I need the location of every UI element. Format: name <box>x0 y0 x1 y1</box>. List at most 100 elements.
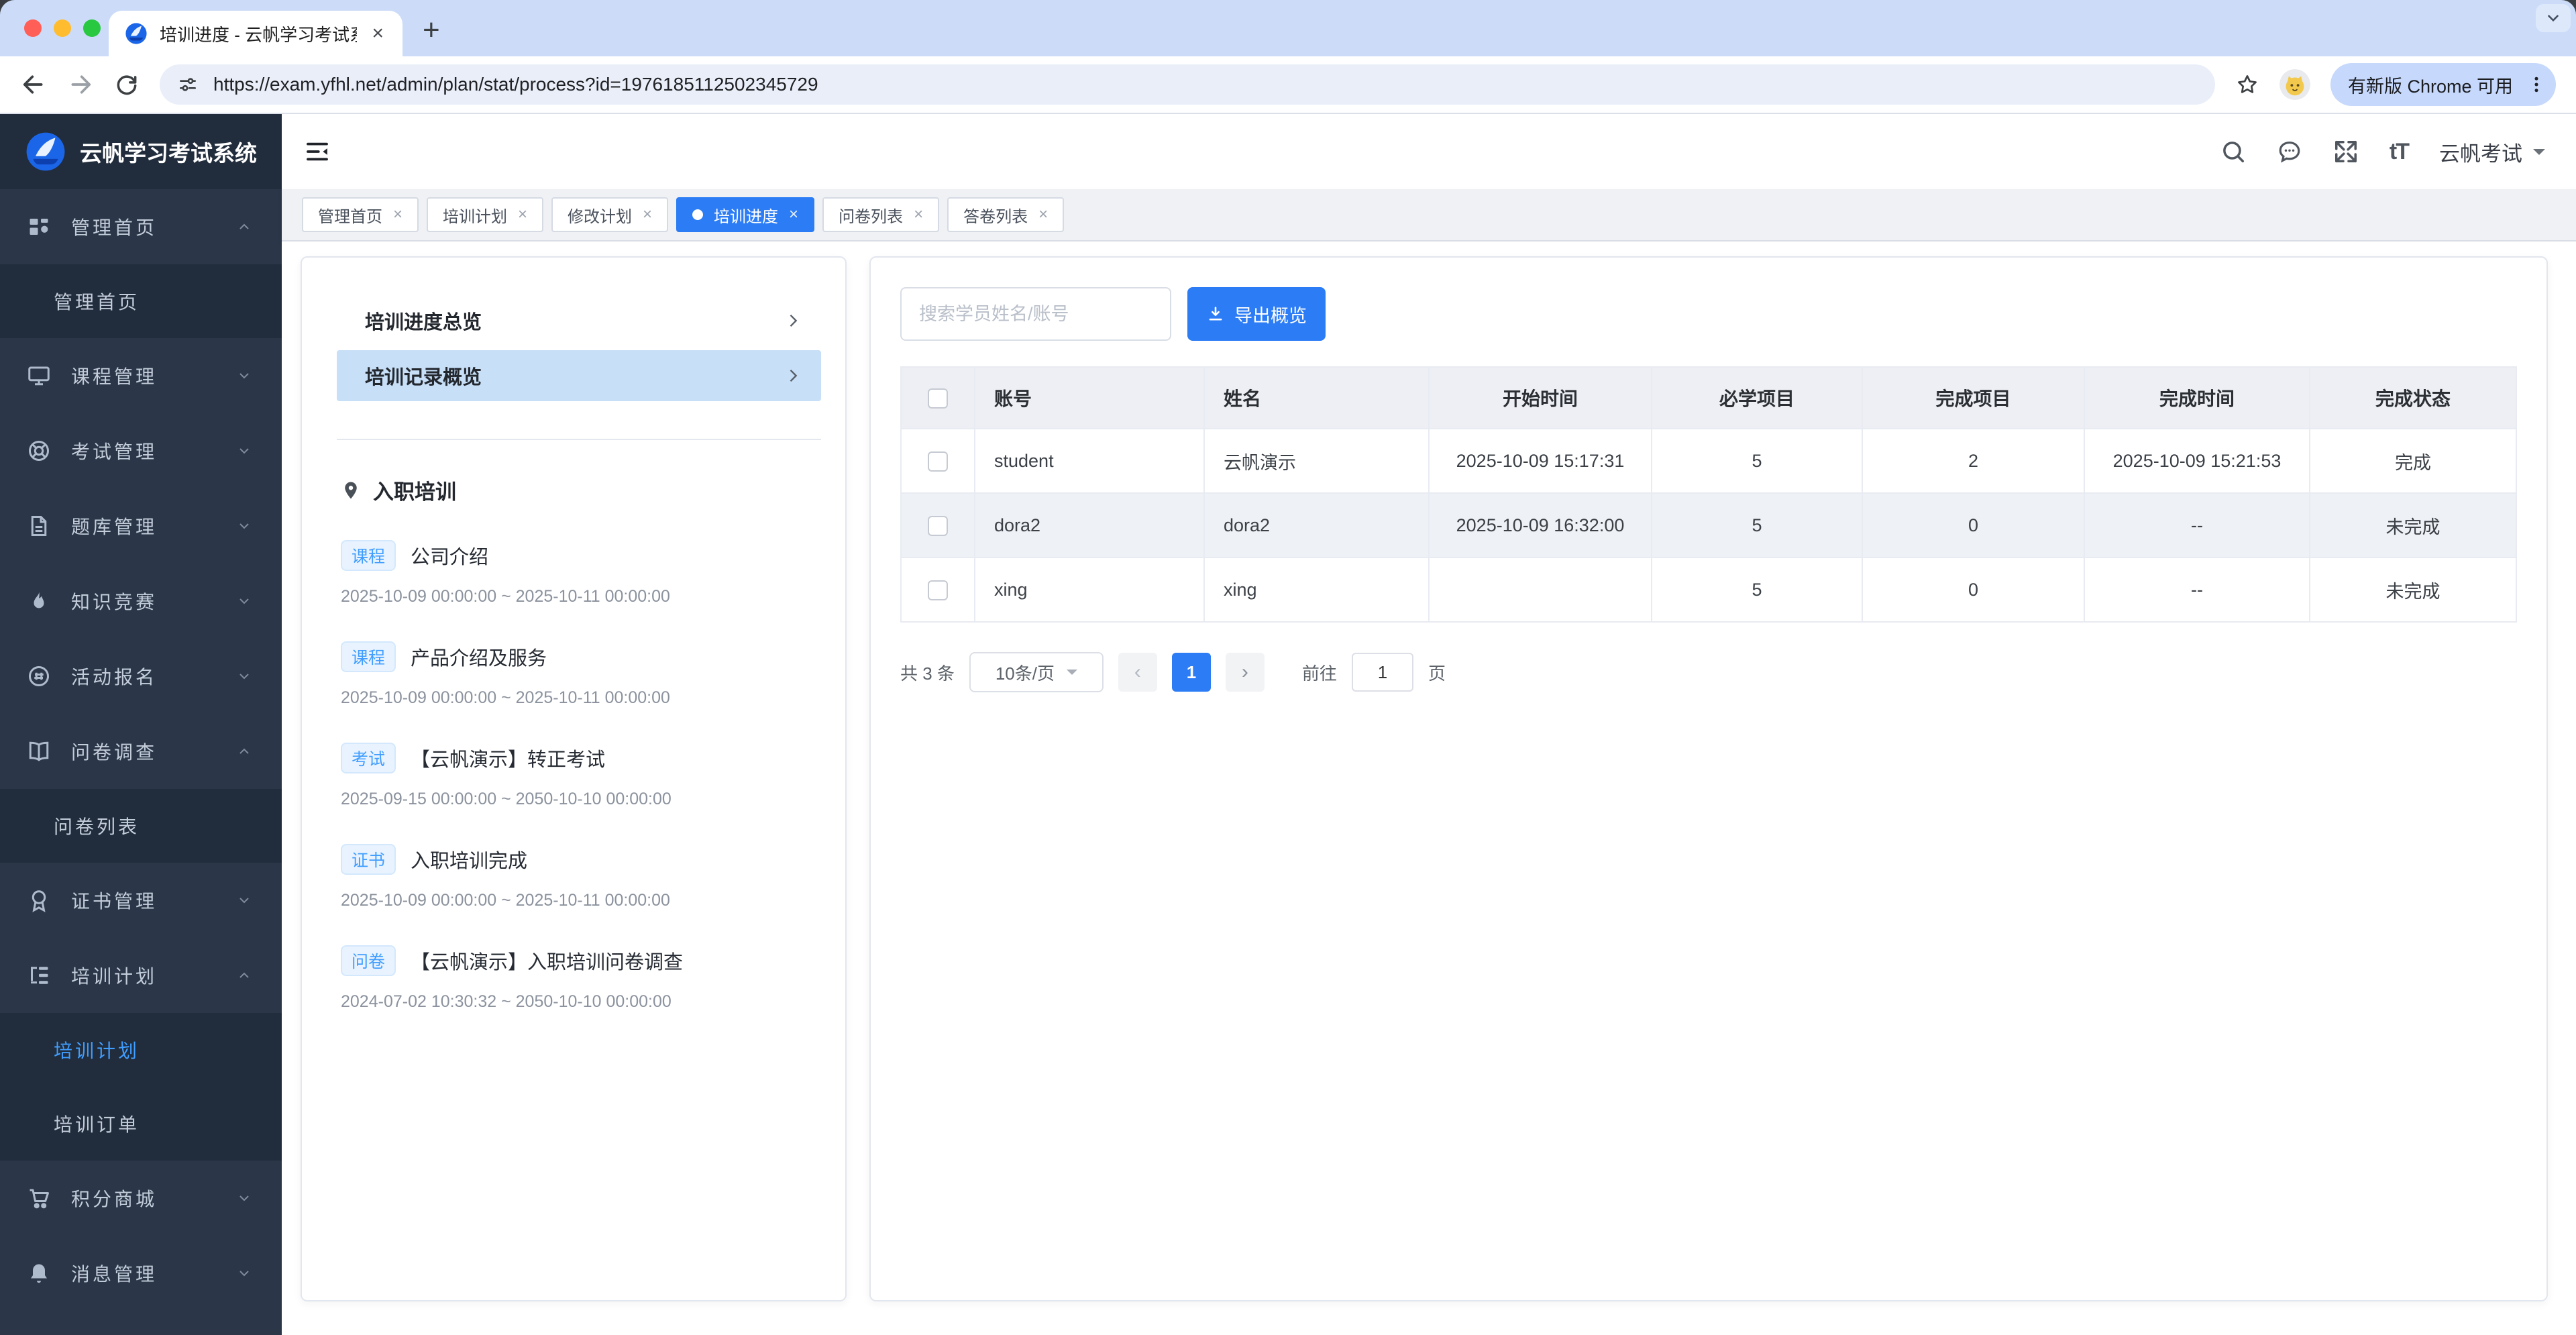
sidebar-item-messages[interactable]: 消息管理 <box>0 1236 282 1311</box>
plan-item[interactable]: 问卷 【云帆演示】入职培训问卷调查 2024-07-02 10:30:32 ~ … <box>337 945 821 1012</box>
chevron-up-icon <box>236 743 252 759</box>
new-tab-button[interactable]: + <box>423 13 440 47</box>
active-tab-dot <box>692 209 704 220</box>
minimize-window-button[interactable] <box>54 19 71 37</box>
tab-close-icon[interactable]: × <box>393 205 402 224</box>
sidebar-item-certificates[interactable]: 证书管理 <box>0 863 282 938</box>
tab-close-icon[interactable]: × <box>369 22 386 45</box>
main-area: tT 云帆考试 管理首页 × 培训计划 × 修改计划 × 培训进度 × 问卷列表… <box>282 114 2576 1335</box>
chevron-up-icon <box>236 219 252 235</box>
next-page-button[interactable]: › <box>1225 653 1265 692</box>
app-root: 云帆学习考试系统 管理首页 管理首页 课程管理 考试管理 题库管理 知识竞赛 活… <box>0 114 2576 1335</box>
plan-item[interactable]: 证书 入职培训完成 2025-10-09 00:00:00 ~ 2025-10-… <box>337 844 821 910</box>
tab-search-button[interactable] <box>2536 4 2571 32</box>
page-tab-admin-home[interactable]: 管理首页 × <box>302 197 419 232</box>
plan-item[interactable]: 课程 公司介绍 2025-10-09 00:00:00 ~ 2025-10-11… <box>337 540 821 606</box>
page-tab-survey-list[interactable]: 问卷列表 × <box>822 197 940 232</box>
row-checkbox[interactable] <box>928 515 948 536</box>
sidebar-menu: 管理首页 管理首页 课程管理 考试管理 题库管理 知识竞赛 活动报名 问卷调查 … <box>0 189 282 1335</box>
font-size-icon[interactable]: tT <box>2390 139 2410 165</box>
fullscreen-icon[interactable] <box>2333 139 2359 164</box>
sidebar-item-courses[interactable]: 课程管理 <box>0 338 282 413</box>
page-tab-training-plan[interactable]: 培训计划 × <box>427 197 544 232</box>
sidebar: 云帆学习考试系统 管理首页 管理首页 课程管理 考试管理 题库管理 知识竞赛 活… <box>0 114 282 1335</box>
sidebar-subitem-survey-list[interactable]: 问卷列表 <box>0 789 282 863</box>
sidebar-item-activity-signup[interactable]: 活动报名 <box>0 639 282 714</box>
item-title: 【云帆演示】入职培训问卷调查 <box>411 952 684 973</box>
chevron-down-icon <box>236 593 252 609</box>
sidebar-subitem-admin-home[interactable]: 管理首页 <box>0 264 282 338</box>
exam-lifebuoy-icon <box>27 439 52 463</box>
page-content: 培训进度总览 培训记录概览 入职培训 课程 公司介绍 2025-10-09 00… <box>282 242 2576 1335</box>
item-title: 公司介绍 <box>411 547 489 568</box>
export-button[interactable]: 导出概览 <box>1187 287 1326 341</box>
plan-item[interactable]: 考试 【云帆演示】转正考试 2025-09-15 00:00:00 ~ 2050… <box>337 743 821 809</box>
reload-icon[interactable] <box>114 72 140 97</box>
zoom-window-button[interactable] <box>83 19 101 37</box>
plan-item[interactable]: 课程 产品介绍及服务 2025-10-09 00:00:00 ~ 2025-10… <box>337 641 821 708</box>
item-title: 产品介绍及服务 <box>411 648 547 670</box>
macos-window-controls <box>24 19 101 37</box>
message-icon[interactable] <box>2277 139 2302 164</box>
tab-close-icon[interactable]: × <box>1038 205 1048 224</box>
tab-close-icon[interactable]: × <box>518 205 527 224</box>
prev-page-button[interactable]: ‹ <box>1118 653 1157 692</box>
browser-tab[interactable]: 培训进度 - 云帆学习考试系统 × <box>109 11 402 56</box>
page-tab-training-progress[interactable]: 培训进度 × <box>676 197 815 232</box>
sidebar-item-training-plan[interactable]: 培训计划 <box>0 938 282 1013</box>
sidebar-item-knowledge-contest[interactable]: 知识竞赛 <box>0 564 282 639</box>
back-icon[interactable] <box>20 71 47 98</box>
page-tab-answer-list[interactable]: 答卷列表 × <box>947 197 1065 232</box>
browser-menu-kebab-icon[interactable] <box>2526 74 2546 95</box>
open-book-icon <box>27 739 52 763</box>
tab-close-icon[interactable]: × <box>914 205 923 224</box>
progress-overview-row[interactable]: 培训进度总览 <box>337 295 821 346</box>
profile-avatar[interactable] <box>2279 69 2310 100</box>
url-text: https://exam.yfhl.net/admin/plan/stat/pr… <box>213 74 818 95</box>
goto-page-input[interactable] <box>1351 653 1413 692</box>
item-date-range: 2025-10-09 00:00:00 ~ 2025-10-11 00:00:0… <box>341 891 670 910</box>
user-menu[interactable]: 云帆考试 <box>2439 137 2545 167</box>
sidebar-item-points-mall[interactable]: 积分商城 <box>0 1161 282 1236</box>
chevron-right-icon <box>784 311 802 330</box>
current-page[interactable]: 1 <box>1171 653 1211 692</box>
search-input[interactable] <box>900 287 1171 341</box>
sidebar-item-admin-home[interactable]: 管理首页 <box>0 189 282 264</box>
tab-close-icon[interactable]: × <box>789 205 798 224</box>
tab-close-icon[interactable]: × <box>643 205 652 224</box>
item-date-range: 2024-07-02 10:30:32 ~ 2050-10-10 00:00:0… <box>341 992 672 1011</box>
chrome-update-chip[interactable]: 有新版 Chrome 可用 <box>2330 63 2556 106</box>
item-type-tag: 课程 <box>341 641 396 672</box>
app-logo: 云帆学习考试系统 <box>0 114 282 189</box>
sidebar-subitem-training-orders[interactable]: 培训订单 <box>0 1087 282 1161</box>
chevron-down-icon <box>236 892 252 908</box>
select-all-checkbox[interactable] <box>928 388 948 409</box>
row-checkbox[interactable] <box>928 451 948 472</box>
page-tab-edit-plan[interactable]: 修改计划 × <box>551 197 669 232</box>
table-row[interactable]: xing xing 5 0 -- 未完成 <box>900 557 2517 623</box>
chevron-down-icon <box>236 668 252 684</box>
table-row[interactable]: dora2 dora2 2025-10-09 16:32:00 5 0 -- 未… <box>900 492 2517 558</box>
sidebar-item-question-bank[interactable]: 题库管理 <box>0 488 282 564</box>
bookmark-star-icon[interactable] <box>2235 72 2259 97</box>
sidebar-collapse-icon[interactable] <box>303 138 331 166</box>
browser-toolbar: https://exam.yfhl.net/admin/plan/stat/pr… <box>0 56 2576 114</box>
brand-title: 云帆学习考试系统 <box>80 141 257 166</box>
close-window-button[interactable] <box>24 19 42 37</box>
sidebar-item-survey[interactable]: 问卷调查 <box>0 714 282 789</box>
forward-icon[interactable] <box>67 71 94 98</box>
records-overview-row[interactable]: 培训记录概览 <box>337 350 821 401</box>
table-row[interactable]: student 云帆演示 2025-10-09 15:17:31 5 2 202… <box>900 428 2517 494</box>
page-unit-label: 页 <box>1428 663 1446 684</box>
address-bar[interactable]: https://exam.yfhl.net/admin/plan/stat/pr… <box>160 64 2215 105</box>
document-icon <box>27 514 52 538</box>
site-settings-icon[interactable] <box>177 74 199 95</box>
search-icon[interactable] <box>2220 139 2246 164</box>
row-checkbox[interactable] <box>928 580 948 600</box>
page-size-select[interactable]: 10条/页 <box>969 652 1104 692</box>
chevron-right-icon <box>784 366 802 385</box>
sidebar-item-users[interactable]: 用户管理 <box>0 1311 282 1335</box>
sidebar-subitem-training-plan[interactable]: 培训计划 <box>0 1013 282 1087</box>
chrome-update-label: 有新版 Chrome 可用 <box>2347 76 2513 97</box>
sidebar-item-exams[interactable]: 考试管理 <box>0 413 282 488</box>
